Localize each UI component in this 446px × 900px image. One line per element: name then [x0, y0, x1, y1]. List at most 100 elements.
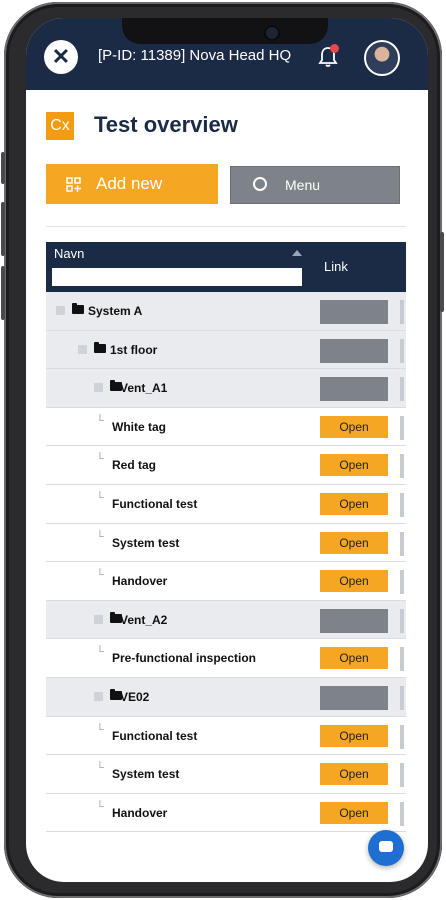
row-edge-handle	[400, 300, 404, 324]
tree-branch-icon: └	[96, 491, 104, 504]
row-edge-handle	[400, 647, 404, 672]
add-grid-icon	[66, 177, 81, 192]
tree-branch-icon: └	[96, 453, 104, 466]
table-row[interactable]: └ Handover Open	[46, 562, 406, 601]
row-edge-handle	[400, 724, 404, 749]
open-button[interactable]: Open	[320, 531, 388, 554]
tree-table-body: System A 1st floor Vent_A1 └ White tag Open └ R…	[46, 292, 406, 833]
row-name: 1st floor	[110, 342, 158, 357]
row-name: System test	[112, 535, 180, 550]
row-name: System A	[88, 304, 143, 318]
row-checkbox[interactable]	[56, 306, 65, 315]
row-edge-handle	[400, 570, 404, 595]
row-edge-handle	[400, 492, 404, 517]
open-button[interactable]: Open	[320, 763, 388, 786]
link-cell	[320, 608, 388, 633]
tree-branch-icon: └	[96, 646, 104, 659]
tree-group-row[interactable]: Vent_A1	[46, 369, 406, 408]
sort-arrow-icon[interactable]	[292, 250, 302, 256]
column-header-link: Link	[324, 259, 348, 274]
x-logo-icon[interactable]: ✕	[44, 40, 78, 74]
tree-group-row[interactable]: Vent_A2	[46, 600, 406, 640]
cx-badge: Cx	[46, 112, 74, 140]
row-name: Handover	[112, 574, 168, 589]
tree-group-row[interactable]: System A	[46, 292, 406, 331]
row-checkbox[interactable]	[94, 614, 103, 624]
row-edge-handle	[400, 608, 404, 633]
row-edge-handle	[400, 338, 404, 363]
row-edge-handle	[400, 531, 404, 556]
tree-branch-icon: └	[96, 414, 104, 427]
open-button[interactable]: Open	[320, 724, 388, 747]
menu-button[interactable]: Menu	[230, 166, 400, 204]
table-row[interactable]: └ System test Open	[46, 524, 406, 563]
link-cell	[320, 377, 388, 402]
link-cell	[320, 300, 388, 324]
link-cell	[320, 338, 388, 363]
name-filter-input[interactable]	[52, 268, 302, 286]
camera	[266, 27, 278, 39]
row-edge-handle	[400, 415, 404, 440]
row-name: Vent_A2	[120, 612, 168, 627]
tree-branch-icon: └	[96, 723, 104, 736]
open-button[interactable]: Open	[320, 492, 388, 515]
open-button[interactable]: Open	[320, 415, 388, 438]
table-row[interactable]: └ Handover Open	[46, 794, 406, 833]
divider	[46, 226, 406, 227]
table-row[interactable]: └ Functional test Open	[46, 717, 406, 756]
screen: ✕ [P-ID: 11389] Nova Head HQ Cx Test ove…	[26, 18, 428, 882]
chat-button[interactable]	[368, 830, 404, 866]
chat-icon	[379, 841, 393, 852]
row-name: Functional test	[112, 728, 198, 743]
column-header-navn[interactable]: Navn	[54, 246, 84, 261]
power-button	[440, 232, 444, 312]
open-button[interactable]: Open	[320, 454, 388, 477]
row-edge-handle	[400, 685, 404, 710]
tree-branch-icon: └	[96, 762, 104, 775]
table-row[interactable]: └ Functional test Open	[46, 485, 406, 524]
tree-group-row[interactable]: 1st floor	[46, 330, 406, 370]
row-name: Pre-functional inspection	[112, 651, 257, 666]
row-checkbox[interactable]	[78, 344, 87, 354]
avatar[interactable]	[364, 40, 400, 76]
table-header: Navn Link	[46, 242, 406, 292]
open-button[interactable]: Open	[320, 801, 388, 824]
page-title: Test overview	[94, 112, 238, 137]
row-name: Vent_A1	[120, 381, 168, 396]
side-button	[1, 152, 5, 184]
volume-down-button	[1, 266, 5, 320]
row-name: VE02	[120, 689, 150, 704]
open-button[interactable]: Open	[320, 570, 388, 593]
menu-label: Menu	[285, 177, 321, 193]
tree-group-row[interactable]: VE02	[46, 677, 406, 717]
tree-branch-icon: └	[96, 569, 104, 582]
row-name: Handover	[112, 805, 168, 820]
folder-icon	[72, 303, 84, 314]
row-name: Functional test	[112, 496, 198, 511]
tree-branch-icon: └	[96, 800, 104, 813]
row-name: System test	[112, 767, 180, 782]
table-row[interactable]: └ System test Open	[46, 755, 406, 794]
volume-up-button	[1, 202, 5, 256]
row-edge-handle	[400, 377, 404, 402]
row-name: White tag	[112, 419, 166, 434]
row-name: Red tag	[112, 458, 157, 473]
row-edge-handle	[400, 454, 404, 479]
folder-icon	[94, 341, 106, 353]
phone-frame: ✕ [P-ID: 11389] Nova Head HQ Cx Test ove…	[1, 2, 444, 898]
table-row[interactable]: └ Red tag Open	[46, 446, 406, 485]
notification-dot	[330, 44, 339, 53]
project-title[interactable]: [P-ID: 11389] Nova Head HQ	[98, 47, 291, 64]
add-new-label: Add new	[96, 174, 163, 193]
link-cell	[320, 685, 388, 710]
table-row[interactable]: └ Pre-functional inspection Open	[46, 639, 406, 678]
row-checkbox[interactable]	[94, 691, 103, 701]
add-new-button[interactable]: Add new	[46, 164, 218, 204]
circle-icon	[253, 177, 267, 191]
row-edge-handle	[400, 801, 404, 826]
open-button[interactable]: Open	[320, 647, 388, 670]
row-edge-handle	[400, 763, 404, 788]
tree-branch-icon: └	[96, 530, 104, 543]
row-checkbox[interactable]	[94, 383, 103, 393]
table-row[interactable]: └ White tag Open	[46, 408, 406, 447]
